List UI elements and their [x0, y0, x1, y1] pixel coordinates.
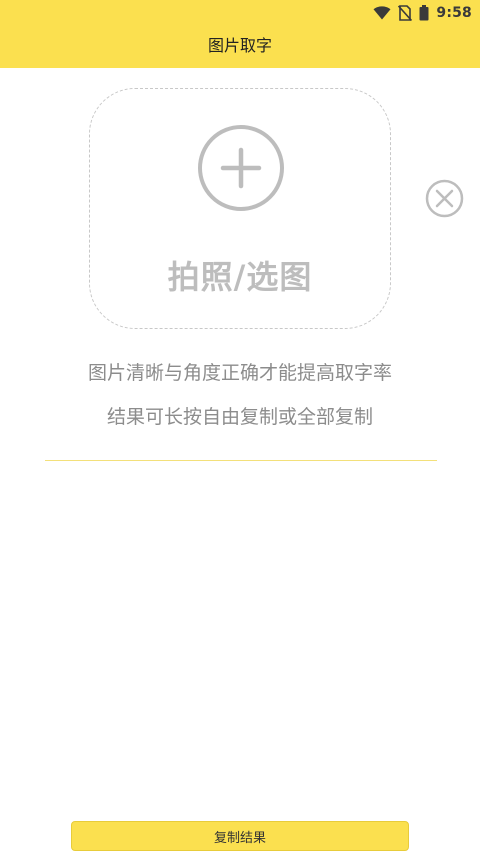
photo-picker-button[interactable]: 拍照/选图 [89, 88, 391, 329]
battery-icon [419, 5, 429, 21]
page-title: 图片取字 [207, 36, 272, 55]
plus-circle-icon [198, 125, 284, 211]
hint-image-quality: 图片清晰与角度正确才能提高取字率 [87, 362, 392, 384]
status-time: 9:58 [436, 5, 472, 21]
copy-result-button[interactable]: 复制结果 [71, 821, 409, 851]
result-text[interactable] [45, 462, 437, 812]
divider [45, 460, 437, 461]
status-bar: 9:58 [373, 2, 472, 24]
hint-copy-tip: 结果可长按自由复制或全部复制 [106, 406, 373, 428]
clear-image-button[interactable] [425, 179, 464, 218]
no-sim-icon [398, 5, 413, 21]
app-bar: 9:58 图片取字 [0, 0, 480, 68]
picker-label: 拍照/选图 [167, 258, 313, 296]
wifi-icon [373, 6, 391, 20]
close-circle-icon [425, 179, 464, 218]
